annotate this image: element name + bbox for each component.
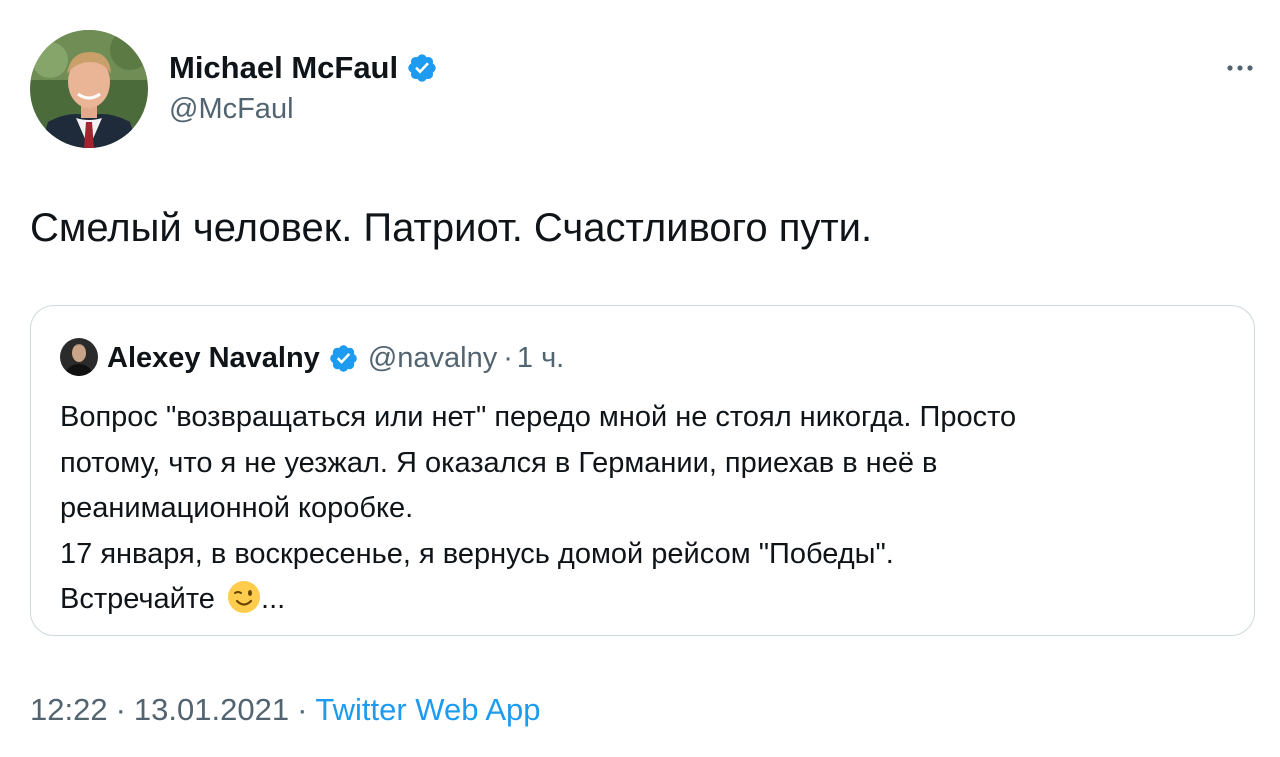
quoted-tweet-header: Alexey Navalny @navalny · 1 ч. bbox=[107, 339, 564, 377]
author-name-row[interactable]: Michael McFaul bbox=[169, 49, 438, 87]
separator-dot: · bbox=[115, 692, 126, 727]
author-avatar[interactable] bbox=[30, 30, 148, 148]
quoted-text-last-line: Встречайте ... bbox=[60, 577, 1230, 623]
tweet-time[interactable]: 12:22 bbox=[30, 692, 108, 727]
verified-icon bbox=[406, 52, 438, 84]
more-icon[interactable] bbox=[1222, 58, 1258, 78]
quoted-author-handle[interactable]: @navalny bbox=[368, 342, 497, 375]
quoted-tweet-text: Вопрос "возвращаться или нет" передо мно… bbox=[60, 395, 1230, 623]
ellipsis: ... bbox=[261, 583, 286, 615]
quoted-author-name[interactable]: Alexey Navalny bbox=[107, 342, 320, 375]
quoted-author-avatar[interactable] bbox=[60, 338, 98, 376]
quoted-text-segment: Встречайте bbox=[60, 583, 215, 615]
quoted-tweet-card[interactable]: Alexey Navalny @navalny · 1 ч. Вопрос "в… bbox=[30, 305, 1255, 636]
tweet-meta: 12:22 · 13.01.2021 · Twitter Web App bbox=[30, 690, 541, 730]
quoted-tweet-time[interactable]: 1 ч. bbox=[517, 342, 564, 375]
separator-dot: · bbox=[297, 692, 308, 727]
tweet-date[interactable]: 13.01.2021 bbox=[134, 692, 289, 727]
separator-dot: · bbox=[503, 341, 513, 374]
tweet-source-link[interactable]: Twitter Web App bbox=[315, 692, 540, 727]
tweet-text: Смелый человек. Патриот. Счастливого пут… bbox=[30, 206, 873, 250]
winking-face-emoji-icon bbox=[227, 580, 261, 614]
quoted-text-line: реанимационной коробке. bbox=[60, 492, 414, 524]
quoted-text-line: Вопрос "возвращаться или нет" передо мно… bbox=[60, 401, 1017, 433]
quoted-text-line: 17 января, в воскресенье, я вернусь домо… bbox=[60, 537, 894, 570]
quoted-text-line: потому, что я не уезжал. Я оказался в Ге… bbox=[60, 446, 938, 479]
author-name[interactable]: Michael McFaul bbox=[169, 49, 398, 87]
verified-icon bbox=[328, 343, 359, 374]
author-handle[interactable]: @McFaul bbox=[169, 91, 294, 127]
